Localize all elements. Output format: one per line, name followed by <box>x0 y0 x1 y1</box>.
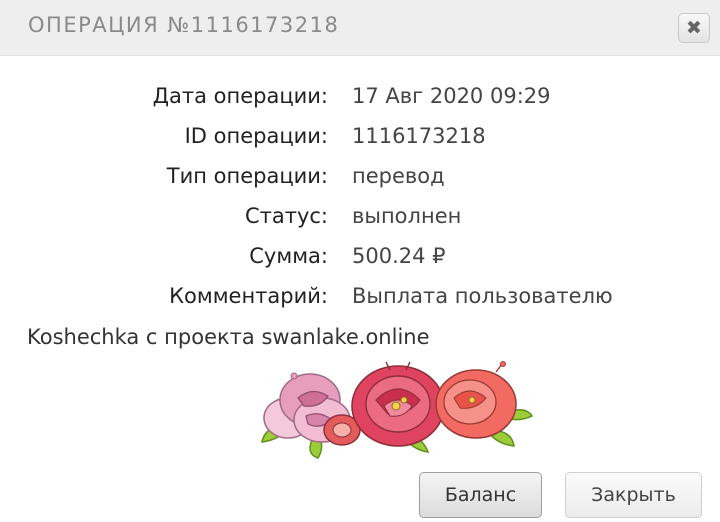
balance-button[interactable]: Баланс <box>419 472 542 518</box>
detail-value: перевод <box>352 164 445 188</box>
detail-label: Статус: <box>244 204 328 228</box>
detail-value: 1116173218 <box>352 124 486 148</box>
user-comment-text: Koshechka с проекта swanlake.online <box>27 325 430 349</box>
detail-value: 17 Авг 2020 09:29 <box>352 84 551 108</box>
detail-value: Выплата пользователю <box>352 284 613 308</box>
detail-row-comment: Комментарий: Выплата пользователю <box>0 284 720 316</box>
detail-label: ID операции: <box>184 124 328 148</box>
close-icon[interactable]: ✖ <box>678 13 710 43</box>
detail-row-date: Дата операции: 17 Авг 2020 09:29 <box>0 84 720 116</box>
detail-row-type: Тип операции: перевод <box>0 164 720 196</box>
detail-row-id: ID операции: 1116173218 <box>0 124 720 156</box>
dialog-title: ОПЕРАЦИЯ №1116173218 <box>28 13 340 37</box>
flowers-decoration-icon <box>261 361 534 459</box>
detail-value: выполнен <box>352 204 462 228</box>
detail-row-amount: Сумма: 500.24 ₽ <box>0 244 720 276</box>
close-button[interactable]: Закрыть <box>565 472 702 518</box>
detail-value: 500.24 ₽ <box>352 244 446 268</box>
detail-label: Тип операции: <box>166 164 328 188</box>
detail-label: Сумма: <box>249 244 328 268</box>
detail-row-status: Статус: выполнен <box>0 204 720 236</box>
dialog-header: ОПЕРАЦИЯ №1116173218 ✖ <box>0 0 720 56</box>
operation-dialog: ОПЕРАЦИЯ №1116173218 ✖ Дата операции: 17… <box>0 0 720 522</box>
detail-label: Комментарий: <box>169 284 328 308</box>
detail-label: Дата операции: <box>152 84 328 108</box>
